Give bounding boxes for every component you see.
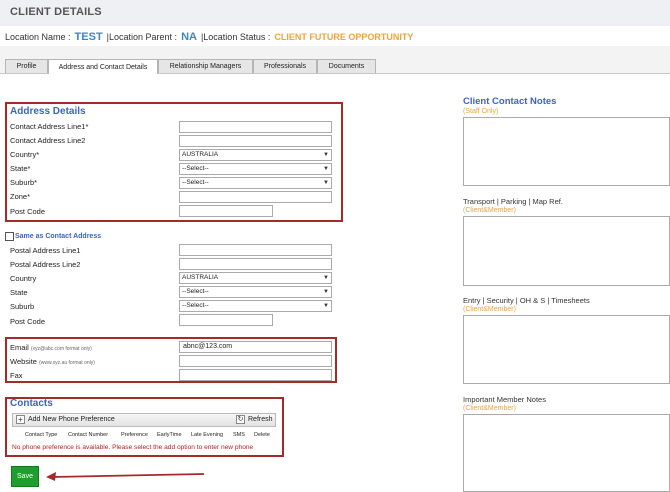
add-phone-preference-button[interactable]: Add New Phone Preference	[28, 416, 115, 423]
fax-input[interactable]	[179, 369, 332, 381]
state-select-value: --Select--	[182, 165, 209, 172]
important-notes-title: Important Member Notes	[463, 395, 546, 404]
contact-line2-input[interactable]	[179, 135, 332, 147]
email-format-hint: (xyz@abc.com format only)	[30, 346, 92, 352]
col-late-evening: Late Evening	[191, 432, 224, 438]
postal-postcode-label: Post Code	[10, 317, 46, 326]
postal-state-label: State	[10, 288, 28, 297]
arrow-annotation-icon	[46, 472, 205, 481]
email-label-group: Email (xyz@abc.com format only)	[10, 343, 92, 352]
tab-relationship-managers[interactable]: Relationship Managers	[158, 59, 253, 73]
entry-notes-title: Entry | Security | OH & S | Timesheets	[463, 296, 590, 305]
postal-postcode-input[interactable]	[179, 314, 273, 326]
tab-documents[interactable]: Documents	[317, 59, 376, 73]
website-label-group: Website (www.xyz.au format only)	[10, 357, 95, 366]
important-notes-sub: (Client&Member)	[463, 405, 516, 412]
postal-line2-label: Postal Address Line2	[10, 260, 81, 269]
refresh-button[interactable]: Refresh	[248, 416, 273, 423]
entry-notes-sub: (Client&Member)	[463, 306, 516, 313]
tab-profile[interactable]: Profile	[5, 59, 48, 73]
postal-country-value: AUSTRALIA	[182, 274, 219, 281]
tab-address-contact[interactable]: Address and Contact Details	[48, 59, 158, 74]
col-sms: SMS	[233, 432, 245, 438]
postal-country-select[interactable]: AUSTRALIA ▼	[179, 272, 332, 284]
country-label: Country*	[10, 150, 40, 159]
postcode-label: Post Code	[10, 207, 46, 216]
client-contact-notes-title: Client Contact Notes	[463, 96, 557, 107]
location-status-label: |Location Status :	[200, 32, 271, 42]
chevron-down-icon: ▼	[323, 166, 329, 172]
email-input[interactable]: abnc@123.com	[179, 341, 332, 353]
contact-line1-label: Contact Address Line1*	[10, 122, 89, 131]
state-select[interactable]: --Select-- ▼	[179, 163, 332, 175]
entry-notes-textarea[interactable]	[463, 315, 670, 384]
location-parent-label: |Location Parent :	[106, 32, 178, 42]
suburb-select[interactable]: --Select-- ▼	[179, 177, 332, 189]
tab-professionals[interactable]: Professionals	[253, 59, 317, 73]
location-info: Location Name : TEST |Location Parent : …	[5, 31, 413, 43]
country-select-value: AUSTRALIA	[182, 151, 219, 158]
transport-notes-title: Transport | Parking | Map Ref.	[463, 197, 563, 206]
address-section-title: Address Details	[10, 106, 86, 117]
postal-country-label: Country	[10, 274, 37, 283]
client-contact-notes-sub: (Staff Only)	[463, 108, 499, 115]
website-label: Website	[10, 357, 37, 366]
postal-suburb-value: --Select--	[182, 302, 209, 309]
location-name-label: Location Name :	[5, 32, 71, 42]
fax-label: Fax	[10, 371, 23, 380]
col-contact-number: Contact Number	[68, 432, 109, 438]
email-label: Email	[10, 343, 29, 352]
chevron-down-icon: ▼	[323, 180, 329, 186]
suburb-select-value: --Select--	[182, 179, 209, 186]
chevron-down-icon: ▼	[323, 152, 329, 158]
col-delete: Delete	[254, 432, 270, 438]
postal-line1-label: Postal Address Line1	[10, 246, 81, 255]
address-highlight-box	[5, 102, 343, 222]
transport-notes-textarea[interactable]	[463, 216, 670, 286]
postal-line1-input[interactable]	[179, 244, 332, 256]
postcode-input[interactable]	[179, 205, 273, 217]
contacts-empty-message: No phone preference is available. Please…	[12, 444, 254, 451]
location-status-value: CLIENT FUTURE OPPORTUNITY	[274, 32, 414, 42]
postal-state-value: --Select--	[182, 288, 209, 295]
website-format-hint: (www.xyz.au format only)	[39, 360, 95, 366]
postal-line2-input[interactable]	[179, 258, 332, 270]
important-notes-textarea[interactable]	[463, 414, 670, 492]
col-early-time: EarlyTime	[157, 432, 182, 438]
suburb-label: Suburb*	[10, 178, 38, 187]
postal-suburb-label: Suburb	[10, 302, 35, 311]
zone-input[interactable]	[179, 191, 332, 203]
col-preference: Preference	[121, 432, 148, 438]
page-title: CLIENT DETAILS	[10, 6, 102, 18]
website-input[interactable]	[179, 355, 332, 367]
save-button[interactable]: Save	[11, 466, 39, 487]
zone-label: Zone*	[10, 192, 31, 201]
postal-state-select[interactable]: --Select-- ▼	[179, 286, 332, 298]
add-icon[interactable]: +	[16, 415, 25, 424]
contacts-section-title: Contacts	[10, 398, 53, 409]
country-select[interactable]: AUSTRALIA ▼	[179, 149, 332, 161]
client-contact-notes-textarea[interactable]	[463, 117, 670, 186]
location-parent-value: NA	[181, 31, 197, 43]
col-contact-type: Contact Type	[25, 432, 58, 438]
postal-suburb-select[interactable]: --Select-- ▼	[179, 300, 332, 312]
contact-line1-input[interactable]	[179, 121, 332, 133]
location-name-value: TEST	[74, 31, 103, 43]
same-as-contact-label[interactable]: Same as Contact Address	[15, 233, 101, 240]
state-label: State*	[10, 164, 31, 173]
transport-notes-sub: (Client&Member)	[463, 207, 516, 214]
same-as-contact-checkbox[interactable]	[5, 232, 14, 241]
chevron-down-icon: ▼	[323, 289, 329, 295]
refresh-icon[interactable]: ↻	[236, 415, 245, 424]
chevron-down-icon: ▼	[323, 303, 329, 309]
chevron-down-icon: ▼	[323, 275, 329, 281]
contact-line2-label: Contact Address Line2	[10, 136, 86, 145]
